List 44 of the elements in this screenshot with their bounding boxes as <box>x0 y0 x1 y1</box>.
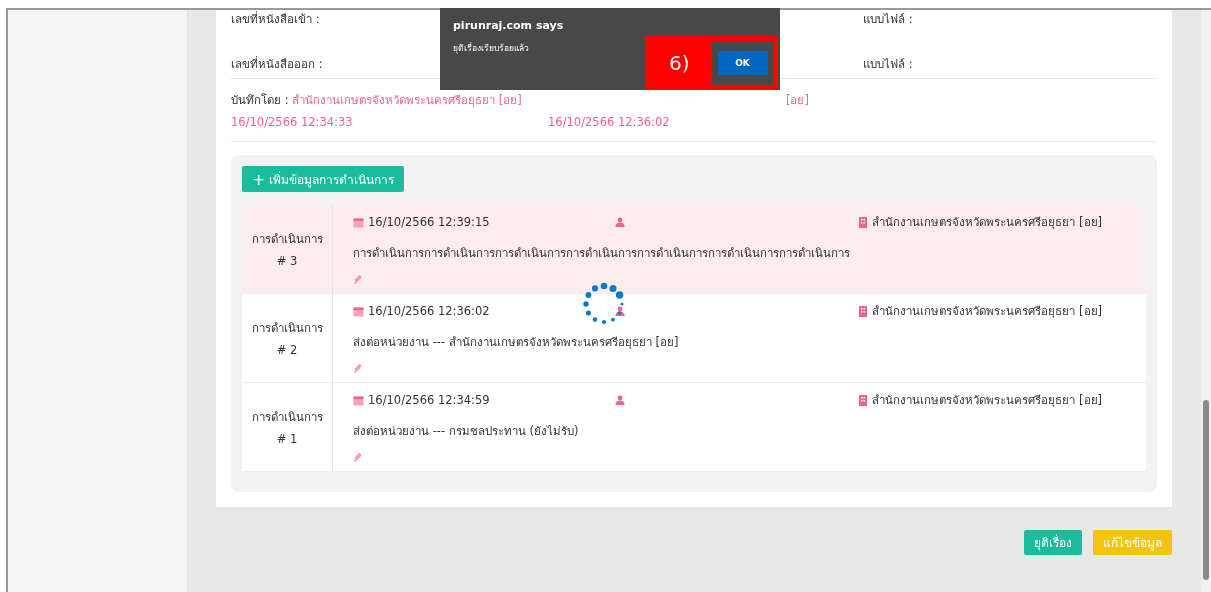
calendar-icon <box>353 394 364 406</box>
action-description: การดำเนินการการดำเนินการการดำเนินการการดำเนินการการดำเนินการการดำเนินการการดำเนินการ <box>353 245 851 262</box>
add-action-button[interactable]: + เพิ่มข้อมูลการดำเนินการ <box>242 166 405 192</box>
loading-spinner-icon <box>582 282 626 326</box>
building-icon <box>859 394 868 406</box>
action-label: การดำเนินการ <box>251 320 323 337</box>
dialog-message: ยุติเรื่องเรียบร้อยแล้ว <box>453 41 530 55</box>
user-icon <box>615 395 625 405</box>
office-name: สำนักงานเกษตรจังหวัดพระนครศรีอยุธยา [อย] <box>872 303 1102 320</box>
recorded-by-value: สำนักงานเกษตรจังหวัดพระนครศรีอยุธยา [อย] <box>292 93 522 107</box>
paperclip-icon <box>353 364 362 374</box>
edit-button[interactable]: แก้ไขข้อมูล <box>1093 530 1172 555</box>
field-label: แบบไฟล์ : <box>863 12 913 26</box>
action-label: การดำเนินการ <box>251 231 323 248</box>
edited-date: 16/10/2566 12:36:02 <box>548 115 670 129</box>
action-date: 16/10/2566 12:36:02 <box>368 304 490 318</box>
user-icon <box>615 217 625 227</box>
action-date: 16/10/2566 12:39:15 <box>368 215 490 229</box>
calendar-icon <box>353 216 364 228</box>
recorded-date: 16/10/2566 12:34:33 <box>231 115 353 129</box>
action-number: # 2 <box>276 343 298 357</box>
building-icon <box>859 305 868 317</box>
action-number: # 1 <box>276 432 298 446</box>
office-name: สำนักงานเกษตรจังหวัดพระนครศรีอยุธยา [อย] <box>872 214 1102 231</box>
edited-by-value: [อย] <box>786 93 809 107</box>
action-description: ส่งต่อหน่วยงาน --- สำนักงานเกษตรจังหวัดพระนครศรีอยุธยา [อย] <box>353 334 680 351</box>
field-label: เลขที่หนังสือเข้า : <box>231 12 320 26</box>
dialog-title: pirunraj.com says <box>453 19 565 32</box>
building-icon <box>859 216 868 228</box>
calendar-icon <box>353 305 364 317</box>
ok-button[interactable]: OK <box>717 51 768 75</box>
action-number: # 3 <box>276 254 298 268</box>
paperclip-icon <box>353 453 362 463</box>
paperclip-icon <box>353 275 362 285</box>
action-label: การดำเนินการ <box>251 409 323 426</box>
annotation-label: 6) <box>669 51 690 75</box>
office-name: สำนักงานเกษตรจังหวัดพระนครศรีอยุธยา [อย] <box>872 392 1102 409</box>
field-label: เลขที่หนังสือออก : <box>231 57 323 71</box>
action-date: 16/10/2566 12:34:59 <box>368 393 490 407</box>
close-case-button[interactable]: ยุติเรื่อง <box>1024 530 1082 555</box>
field-label: แบบไฟล์ : <box>863 57 913 71</box>
recorded-by-label: บันทึกโดย : <box>231 93 289 107</box>
action-description: ส่งต่อหน่วยงาน --- กรมชลประทาน (ยังไม่รับ) <box>353 423 580 440</box>
scrollbar[interactable] <box>1201 10 1211 592</box>
